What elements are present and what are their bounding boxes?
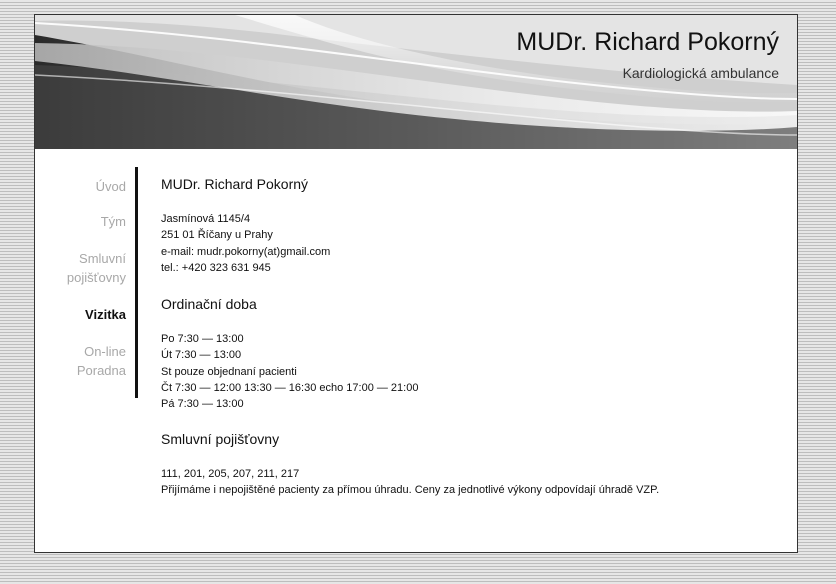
insurance-codes: 111, 201, 205, 207, 211, 217 (161, 467, 300, 480)
nav-item-vizitka[interactable]: Vizitka (85, 305, 126, 324)
nav-item-smluvni-line1: Smluvní (79, 251, 126, 266)
nav-item-poradna-line1: On-line (84, 344, 126, 359)
insurance-block: 111, 201, 205, 207, 211, 217 Přijímáme i… (161, 466, 781, 499)
nav-item-poradna-line2: Poradna (76, 363, 126, 378)
contact-block: Jasmínová 1145/4 251 01 Říčany u Prahy e… (161, 211, 781, 276)
email-text: e-mail: mudr.pokorny(at)gmail.com (161, 245, 331, 258)
insurance-heading: Smluvní pojišťovny (161, 430, 280, 447)
hours-heading: Ordinační doba (161, 296, 257, 313)
contact-heading: MUDr. Richard Pokorný (161, 176, 309, 192)
nav-item-smluvni-line2: pojišťovny (66, 270, 126, 285)
address-city: 251 01 Říčany u Prahy (161, 229, 273, 242)
nav-item-uvod[interactable]: Úvod (96, 177, 126, 196)
hours-line: Pá 7:30 — 13:00 (161, 398, 244, 411)
header-banner: MUDr. Richard Pokorný Kardiologická ambu… (35, 15, 797, 149)
insurance-note: Přijímáme i nepojištěné pacienty za přím… (161, 483, 660, 496)
hours-block: Po 7:30 — 13:00 Út 7:30 — 13:00 St pouze… (161, 331, 781, 412)
sidebar-nav: Úvod Tým Smluvní pojišťovny Vizitka On-l… (35, 167, 138, 398)
site-subtitle: Kardiologická ambulance (622, 65, 779, 81)
hours-line: Po 7:30 — 13:00 (161, 333, 244, 346)
nav-item-online-poradna[interactable]: On-line Poradna (77, 342, 126, 380)
hours-line: Út 7:30 — 13:00 (161, 349, 242, 362)
page-container: MUDr. Richard Pokorný Kardiologická ambu… (34, 14, 798, 553)
nav-item-tym[interactable]: Tým (101, 212, 126, 231)
site-title: MUDr. Richard Pokorný (516, 28, 779, 56)
nav-item-smluvni-pojistovny[interactable]: Smluvní pojišťovny (67, 249, 126, 287)
hours-line: Čt 7:30 — 12:00 13:30 — 16:30 echo 17:00… (161, 382, 419, 395)
address-street: Jasmínová 1145/4 (161, 213, 251, 225)
phone-text: tel.: +420 323 631 945 (161, 261, 271, 274)
main-content: MUDr. Richard Pokorný Jasmínová 1145/4 2… (161, 175, 781, 498)
hours-line: St pouze objednaní pacienti (161, 365, 297, 378)
